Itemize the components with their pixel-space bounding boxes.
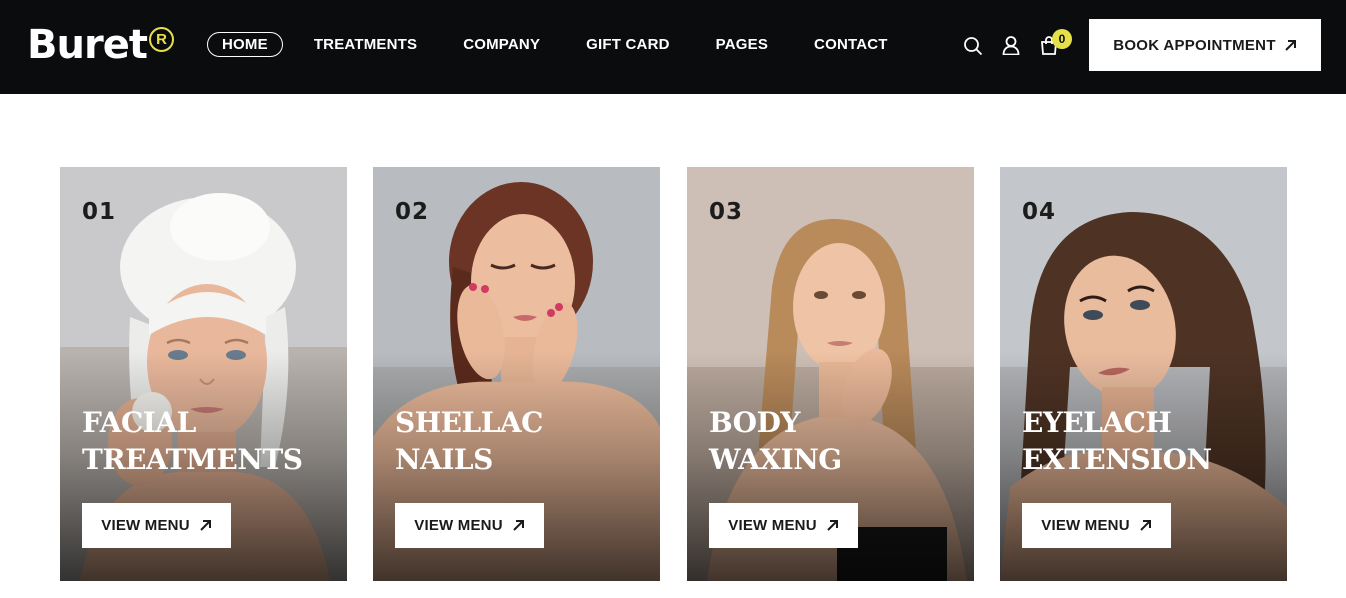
view-menu-button[interactable]: VIEW MENU xyxy=(1022,503,1171,548)
main-nav: HOME TREATMENTS COMPANY GIFT CARD PAGES … xyxy=(207,32,888,57)
arrow-up-right-icon xyxy=(199,519,212,532)
nav-contact[interactable]: CONTACT xyxy=(814,32,888,57)
card-number: 03 xyxy=(709,199,744,225)
logo[interactable]: Buret xyxy=(27,20,148,70)
view-menu-label: VIEW MENU xyxy=(101,517,190,534)
nav-pages[interactable]: PAGES xyxy=(716,32,768,57)
book-appointment-button[interactable]: BOOK APPOINTMENT xyxy=(1089,19,1321,71)
card-title: SHELLAC NAILS xyxy=(395,406,543,476)
nav-gift-card[interactable]: GIFT CARD xyxy=(586,32,669,57)
nav-home[interactable]: HOME xyxy=(207,32,283,57)
service-card-facial[interactable]: 01 FACIAL TREATMENTS VIEW MENU xyxy=(60,167,347,581)
card-number: 04 xyxy=(1022,199,1057,225)
arrow-up-right-icon xyxy=(1139,519,1152,532)
cart-count-badge: 0 xyxy=(1052,29,1072,49)
shopping-bag-icon[interactable]: 0 xyxy=(1039,29,1072,57)
service-card-shellac-nails[interactable]: 02 SHELLAC NAILS VIEW MENU xyxy=(373,167,660,581)
site-header: Buret R HOME TREATMENTS COMPANY GIFT CAR… xyxy=(0,0,1346,94)
search-icon[interactable] xyxy=(963,35,983,57)
header-actions: 0 xyxy=(963,29,1072,57)
card-number: 01 xyxy=(82,199,117,225)
card-number: 02 xyxy=(395,199,430,225)
card-title: EYELACH EXTENSION xyxy=(1022,406,1212,476)
view-menu-label: VIEW MENU xyxy=(728,517,817,534)
nav-treatments[interactable]: TREATMENTS xyxy=(314,32,417,57)
view-menu-label: VIEW MENU xyxy=(414,517,503,534)
arrow-up-right-icon xyxy=(512,519,525,532)
nav-company[interactable]: COMPANY xyxy=(463,32,540,57)
view-menu-button[interactable]: VIEW MENU xyxy=(395,503,544,548)
service-card-eyelash-extension[interactable]: 04 EYELACH EXTENSION VIEW MENU xyxy=(1000,167,1287,581)
view-menu-button[interactable]: VIEW MENU xyxy=(82,503,231,548)
arrow-up-right-icon xyxy=(826,519,839,532)
book-appointment-label: BOOK APPOINTMENT xyxy=(1113,36,1276,54)
user-icon[interactable] xyxy=(1001,35,1021,57)
card-title: BODY WAXING xyxy=(709,406,842,476)
card-title: FACIAL TREATMENTS xyxy=(82,406,303,476)
registered-mark-icon: R xyxy=(149,27,174,52)
view-menu-button[interactable]: VIEW MENU xyxy=(709,503,858,548)
service-card-body-waxing[interactable]: 03 BODY WAXING VIEW MENU xyxy=(687,167,974,581)
view-menu-label: VIEW MENU xyxy=(1041,517,1130,534)
arrow-up-right-icon xyxy=(1284,39,1297,52)
